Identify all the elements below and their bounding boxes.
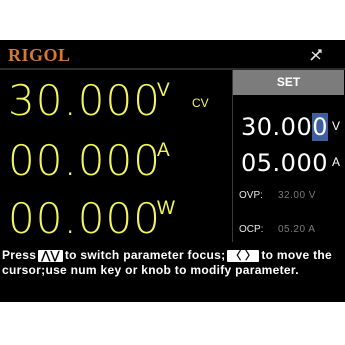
- left-right-key-icon: 〈 〉: [227, 250, 260, 262]
- rigol-logo: RIGOL: [8, 45, 71, 65]
- set-current-field[interactable]: 05.000: [241, 151, 328, 175]
- help-text-part2: to switch parameter focus;: [64, 248, 226, 262]
- up-down-key-icon: ⋀⋁: [38, 250, 63, 262]
- help-text-part1: Press: [2, 248, 37, 262]
- instrument-screen: RIGOL 30.000 V CV 00.000 A 00.000 W SET …: [0, 40, 345, 302]
- set-voltage-field[interactable]: 30.000: [241, 113, 328, 141]
- help-text: Press ⋀⋁ to switch parameter focus; 〈 〉 to m…: [2, 248, 343, 278]
- current-readout: 00.000: [8, 136, 161, 185]
- power-unit: W: [157, 198, 175, 219]
- ovp-label: OVP:: [239, 190, 263, 201]
- mode-indicator: CV: [192, 96, 209, 110]
- set-header: SET: [233, 70, 344, 95]
- set-voltage-unit: V: [332, 119, 341, 133]
- set-voltage-value: 30.00: [241, 113, 313, 141]
- voltage-readout: 30.000: [8, 76, 161, 125]
- current-unit: A: [157, 140, 170, 161]
- voltage-unit: V: [157, 80, 170, 101]
- set-current-unit: A: [332, 155, 341, 169]
- no-network-icon: [310, 49, 322, 61]
- ovp-value[interactable]: 32.00 V: [278, 190, 316, 201]
- set-panel: SET 30.000 V 05.000 A OVP: 32.00 V OCP: …: [232, 70, 344, 242]
- power-readout: 00.000: [8, 194, 161, 243]
- ocp-label: OCP:: [239, 224, 264, 235]
- ocp-value[interactable]: 05.20 A: [278, 224, 315, 235]
- edit-cursor[interactable]: 0: [312, 113, 328, 141]
